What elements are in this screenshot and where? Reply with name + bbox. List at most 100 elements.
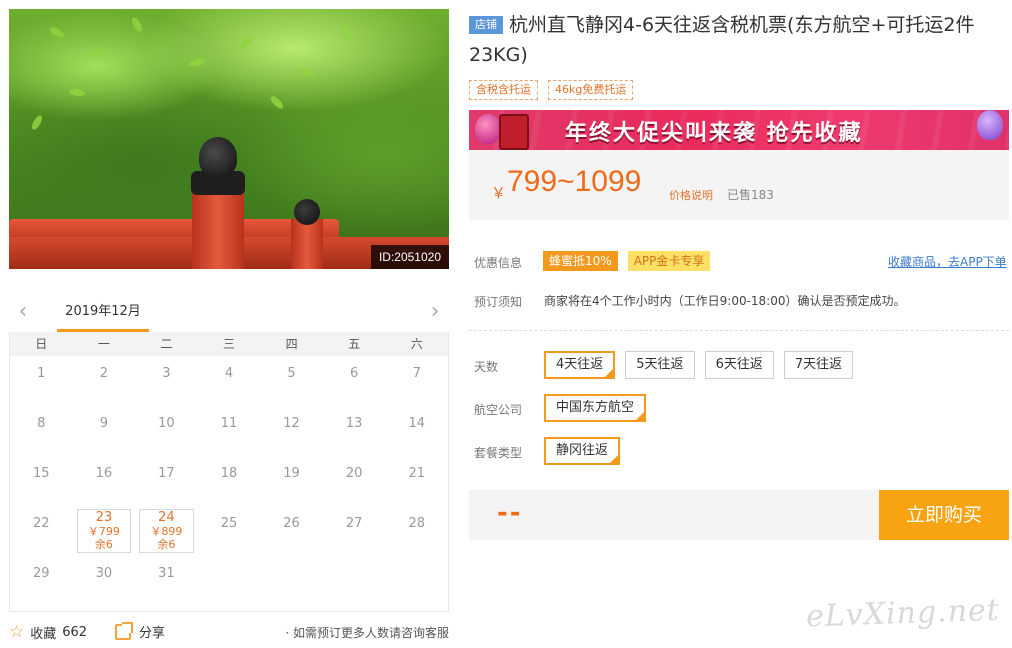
day-number: 20 (345, 466, 363, 481)
day-number: 29 (33, 566, 50, 581)
railing-cap (294, 199, 320, 225)
day-number: 4 (224, 366, 234, 381)
watermark: eLvXing.net (805, 592, 1001, 635)
airline-label: 航空公司 (474, 403, 523, 417)
leaf-decoration (88, 46, 106, 59)
day-price: ￥799 (87, 525, 120, 538)
option-airline[interactable]: 中国东方航空 (544, 394, 647, 424)
weekday-label: 二 (160, 337, 173, 351)
day-number: 30 (95, 566, 113, 581)
promo-tag: 蜂蜜抵10% (543, 251, 618, 271)
weekday-label: 五 (348, 337, 361, 351)
calendar-day-available[interactable]: 24 ￥899 余6 (135, 506, 198, 556)
shop-tag[interactable]: 店铺 (469, 16, 503, 34)
option-days-4[interactable]: 4天往返 (544, 351, 616, 381)
calendar-month-tab[interactable]: 2019年12月 (57, 296, 149, 332)
price-box: ￥ 799~1099 价格说明 已售183 (469, 150, 1009, 220)
calendar: 日 一 二 三 四 五 六 1 2 3 4 5 6 7 8 9 10 11 12 13 14 15 16 17 1… (9, 332, 449, 612)
day-number: 14 (408, 416, 425, 431)
sold-count: 已售183 (727, 188, 774, 202)
calendar-day: 17 (135, 456, 198, 506)
share-label: 分享 (139, 626, 166, 641)
price-currency: ￥ (491, 184, 507, 202)
notice-text: 商家将在4个工作小时内（工作日9:00-18:00）确认是否预定成功。 (544, 294, 906, 308)
calendar-day: 12 (260, 406, 323, 456)
weekday-label: 四 (285, 337, 298, 351)
calendar-day: 20 (323, 456, 386, 506)
product-title-area: 店铺 杭州直飞静冈4-6天往返含税机票(东方航空+可托运2件23KG) (469, 10, 1009, 70)
option-days-7[interactable]: 7天往返 (783, 351, 854, 379)
promo-label: 优惠信息 (474, 256, 523, 270)
notice-label: 预订须知 (474, 295, 523, 309)
day-number: 31 (158, 566, 175, 581)
day-number: 16 (95, 466, 113, 481)
day-number: 12 (283, 416, 300, 431)
product-photo: ID:2051020 (9, 9, 449, 269)
day-number: 17 (158, 466, 175, 481)
day-number: 22 (33, 516, 50, 531)
package-label: 套餐类型 (474, 446, 523, 460)
calendar-day: 10 (135, 406, 198, 456)
day-number: 23 (95, 510, 113, 525)
consult-text: · 如需预订更多人数请咨询客服 (285, 626, 449, 640)
calendar-day-available[interactable]: 23 ￥799 余6 (73, 506, 136, 556)
left-footer: ☆ 收藏 662 分享 · 如需预订更多人数请咨询客服 (9, 620, 449, 644)
promo-tags: 蜂蜜抵10% APP金卡专享 (543, 251, 711, 271)
option-days-6[interactable]: 6天往返 (704, 351, 774, 379)
buy-now-button[interactable]: 立即购买 (879, 490, 1009, 540)
day-number: 8 (37, 416, 46, 431)
feature-tag: 46kg免费托运 (548, 80, 634, 100)
feature-tags: 含税含托运 46kg免费托运 (469, 80, 634, 100)
calendar-day: 11 (198, 406, 261, 456)
chevron-right-icon[interactable]: › (425, 300, 445, 324)
day-stock: 余6 (157, 538, 176, 551)
day-number: 11 (220, 416, 238, 431)
price-note-link[interactable]: 价格说明 (669, 187, 713, 203)
railing-post (192, 184, 244, 269)
calendar-day: 4 (198, 356, 261, 406)
favorite-app-link[interactable]: 收藏商品，去APP下单 (888, 253, 1007, 270)
calendar-day: 27 (323, 506, 386, 556)
calendar-day: 21 (385, 456, 448, 506)
railing-cap (199, 137, 237, 177)
weekday-label: 三 (223, 337, 236, 351)
day-number: 15 (33, 466, 50, 481)
day-number: 13 (345, 416, 363, 431)
calendar-day: 8 (10, 406, 73, 456)
photo-id-label: ID:2051020 (370, 245, 449, 269)
calendar-day: 22 (10, 506, 73, 556)
calendar-day: 16 (73, 456, 136, 506)
calendar-day: 18 (198, 456, 261, 506)
day-number: 25 (220, 516, 238, 531)
option-package[interactable]: 静冈往返 (544, 437, 621, 467)
leaf-decoration (298, 66, 316, 79)
day-number: 2 (99, 366, 108, 381)
day-number: 24 (158, 510, 175, 525)
favorite-label: 收藏 (30, 626, 57, 642)
leaf-decoration (238, 34, 256, 51)
leaf-decoration (268, 94, 286, 111)
calendar-day: 15 (10, 456, 73, 506)
promo-banner[interactable]: 年终大促尖叫来袭 抢先收藏 (469, 110, 1009, 150)
package-options: 静冈往返 (544, 437, 621, 467)
share-button[interactable]: 分享 (115, 621, 166, 641)
day-number: 28 (408, 516, 425, 531)
day-number: 7 (412, 366, 421, 381)
calendar-day: 1 (10, 356, 73, 406)
calendar-day: 25 (198, 506, 261, 556)
day-number: 21 (408, 466, 425, 481)
star-icon: ☆ (9, 622, 25, 642)
option-days-5[interactable]: 5天往返 (625, 351, 695, 379)
calendar-day: 29 (10, 556, 73, 606)
railing-post (291, 219, 323, 269)
calendar-day: 9 (73, 406, 136, 456)
promo-tag: APP金卡专享 (627, 251, 711, 271)
airline-options: 中国东方航空 (544, 394, 647, 424)
calendar-grid: 1 2 3 4 5 6 7 8 9 10 11 12 13 14 15 16 17 18 19 20 21 22 23 ￥79… (10, 356, 448, 606)
calendar-day: 14 (385, 406, 448, 456)
chevron-left-icon[interactable]: ‹ (13, 300, 33, 324)
leaf-decoration (342, 24, 352, 41)
calendar-day: 7 (385, 356, 448, 406)
day-number: 26 (283, 516, 300, 531)
favorite-button[interactable]: ☆ 收藏 662 (9, 622, 87, 642)
